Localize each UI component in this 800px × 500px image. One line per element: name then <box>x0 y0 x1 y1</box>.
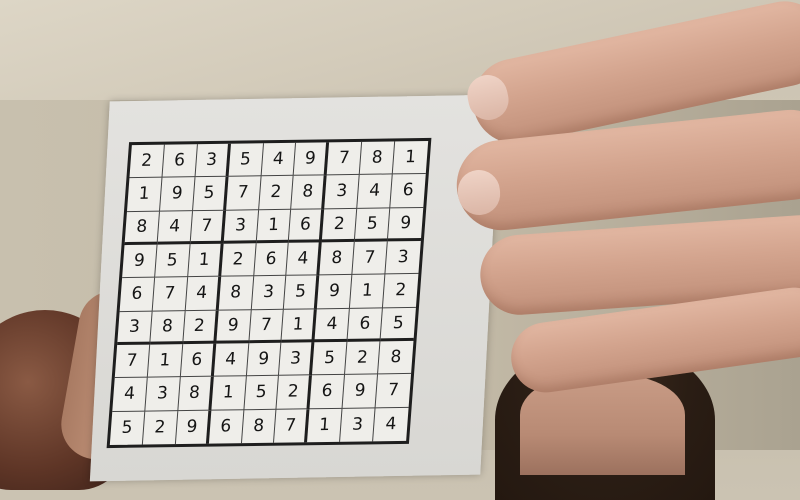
sudoku-cell-r8c1: 4 <box>112 377 148 412</box>
sudoku-cell-r1c9: 1 <box>392 140 429 175</box>
sudoku-cell-r7c4: 4 <box>213 343 249 378</box>
sudoku-cell-r6c3: 2 <box>182 310 219 345</box>
sudoku-cell-r2c1: 1 <box>126 177 163 212</box>
sudoku-cell-r5c5: 3 <box>251 276 287 310</box>
sudoku-cell-r7c9: 8 <box>378 340 414 375</box>
sudoku-cell-r8c3: 8 <box>178 377 214 411</box>
sudoku-cell-r5c3: 4 <box>185 277 221 311</box>
sudoku-cell-r4c6: 4 <box>286 242 323 277</box>
sudoku-cell-r3c6: 6 <box>289 208 325 243</box>
sudoku-cell-r3c7: 2 <box>322 208 358 243</box>
sudoku-cell-r4c2: 5 <box>154 244 191 278</box>
sudoku-cell-r2c7: 3 <box>324 175 360 209</box>
sudoku-cell-r4c9: 3 <box>385 240 421 275</box>
sudoku-cell-r6c6: 1 <box>281 308 318 343</box>
sudoku-cell-r5c7: 9 <box>317 275 353 309</box>
sudoku-cell-r5c9: 2 <box>383 274 419 309</box>
sudoku-cell-r1c5: 4 <box>261 142 297 177</box>
sudoku-cell-r9c6: 7 <box>274 408 310 443</box>
sudoku-cell-r9c4: 6 <box>208 409 244 444</box>
sudoku-cell-r3c9: 9 <box>387 207 424 242</box>
sudoku-cell-r6c4: 9 <box>215 309 252 344</box>
sudoku-cell-r6c1: 3 <box>117 311 153 346</box>
sudoku-cell-r7c6: 3 <box>279 342 315 377</box>
sudoku-cell-r7c1: 7 <box>114 344 151 379</box>
sudoku-cell-r4c8: 7 <box>352 241 388 276</box>
sudoku-cell-r6c9: 5 <box>380 307 416 342</box>
sudoku-cell-r3c5: 1 <box>256 209 292 244</box>
sudoku-cell-r7c3: 6 <box>180 343 216 378</box>
sudoku-cell-r5c4: 8 <box>218 276 254 311</box>
sudoku-cell-r7c5: 9 <box>246 342 282 377</box>
right-hand <box>450 0 800 397</box>
sudoku-cell-r9c1: 5 <box>109 411 146 446</box>
sudoku-cell-r1c7: 7 <box>326 141 363 176</box>
sudoku-cell-r3c3: 7 <box>190 210 226 245</box>
sudoku-cell-r1c3: 3 <box>195 143 231 178</box>
sudoku-cell-r9c8: 3 <box>340 408 376 442</box>
sudoku-cell-r1c1: 2 <box>129 144 165 179</box>
sudoku-cell-r4c7: 8 <box>319 241 355 276</box>
sudoku-cell-r6c8: 6 <box>347 308 384 342</box>
sudoku-cell-r8c9: 7 <box>375 374 412 409</box>
sudoku-cell-r7c8: 2 <box>345 341 381 376</box>
sudoku-cell-r2c9: 6 <box>390 174 426 209</box>
sudoku-cell-r9c7: 1 <box>307 408 343 443</box>
sudoku-cell-r2c3: 5 <box>192 177 229 211</box>
sudoku-cell-r3c8: 5 <box>354 208 391 242</box>
sudoku-cell-r1c4: 5 <box>228 143 264 178</box>
sudoku-cell-r4c4: 2 <box>220 243 257 278</box>
sudoku-cell-r2c2: 9 <box>159 177 196 212</box>
sudoku-cell-r6c2: 8 <box>150 310 186 345</box>
sudoku-cell-r4c1: 9 <box>122 244 158 279</box>
sudoku-cell-r2c4: 7 <box>225 176 262 211</box>
sudoku-cell-r3c2: 4 <box>157 210 193 245</box>
sudoku-cell-r8c5: 5 <box>243 376 280 410</box>
sudoku-cell-r4c3: 1 <box>187 243 224 278</box>
sudoku-cell-r7c2: 1 <box>147 344 183 378</box>
sudoku-cell-r1c8: 8 <box>359 141 396 176</box>
sudoku-cell-r8c8: 9 <box>342 374 379 409</box>
sudoku-grid: 2635497811957283468473162599512648736748… <box>106 137 432 449</box>
sudoku-cell-r6c7: 4 <box>314 308 351 343</box>
sudoku-cell-r4c5: 6 <box>253 242 290 277</box>
sudoku-cell-r2c8: 4 <box>357 174 393 209</box>
sudoku-cell-r3c1: 8 <box>124 211 160 246</box>
sudoku-cell-r5c6: 5 <box>284 275 320 310</box>
sudoku-cell-r2c6: 8 <box>291 175 327 210</box>
sudoku-cell-r8c6: 2 <box>276 375 313 410</box>
sudoku-cell-r9c2: 2 <box>142 410 179 445</box>
sudoku-cell-r8c4: 1 <box>211 376 247 411</box>
sudoku-cell-r1c6: 9 <box>294 142 330 177</box>
sudoku-cell-r3c4: 3 <box>223 209 259 244</box>
sudoku-cell-r9c5: 8 <box>241 409 277 444</box>
sudoku-cell-r8c2: 3 <box>145 377 181 412</box>
sudoku-cell-r1c2: 6 <box>162 144 198 178</box>
sudoku-cell-r5c1: 6 <box>119 277 155 312</box>
sudoku-cell-r9c3: 9 <box>175 410 212 445</box>
sudoku-cell-r5c8: 1 <box>350 274 386 309</box>
sudoku-cell-r7c7: 5 <box>312 341 348 376</box>
sudoku-cell-r2c5: 2 <box>258 176 295 210</box>
sudoku-cell-r5c2: 7 <box>152 277 188 312</box>
sudoku-cell-r8c7: 6 <box>309 375 346 409</box>
sudoku-cell-r9c9: 4 <box>384 414 398 435</box>
sudoku-cell-r6c5: 7 <box>248 309 285 344</box>
